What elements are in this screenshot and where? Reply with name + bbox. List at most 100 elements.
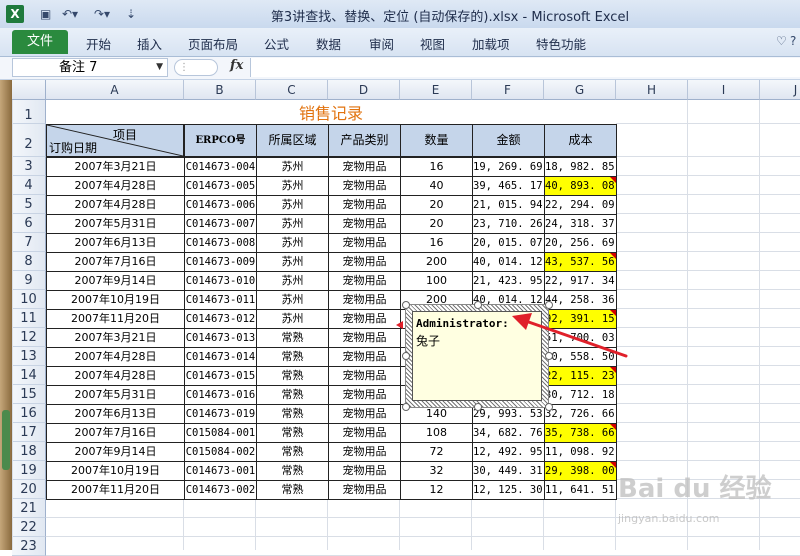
table-cell[interactable]: 12, 492. 95 — [472, 442, 545, 462]
table-header-cell[interactable]: 所属区域 — [256, 124, 329, 157]
table-cell[interactable]: 2007年6月13日 — [46, 404, 185, 424]
table-cell[interactable]: 32 — [400, 461, 473, 481]
table-cell[interactable]: 常熟 — [256, 366, 329, 386]
row-header[interactable]: 8 — [12, 252, 46, 271]
table-cell[interactable]: C014673-011 — [184, 290, 257, 310]
table-cell[interactable]: 2007年4月28日 — [46, 176, 185, 196]
row-header[interactable]: 4 — [12, 176, 46, 195]
table-cell[interactable]: 100 — [400, 271, 473, 291]
table-cell[interactable]: 18, 982. 85 — [544, 157, 617, 177]
table-cell[interactable]: 苏州 — [256, 176, 329, 196]
table-cell[interactable]: 宠物用品 — [328, 252, 401, 272]
resize-handle[interactable] — [402, 301, 410, 309]
table-cell[interactable]: 2007年6月13日 — [46, 233, 185, 253]
resize-handle[interactable] — [402, 352, 410, 360]
table-cell[interactable]: 宠物用品 — [328, 309, 401, 329]
table-cell[interactable]: 40 — [400, 176, 473, 196]
table-cell[interactable]: 宠物用品 — [328, 271, 401, 291]
row-header[interactable]: 3 — [12, 157, 46, 176]
column-header[interactable]: I — [688, 80, 760, 100]
table-cell[interactable]: 2007年10月19日 — [46, 290, 185, 310]
table-cell[interactable]: 常熟 — [256, 347, 329, 367]
help-heart-icon[interactable]: ♡ — [776, 34, 787, 48]
row-header[interactable]: 12 — [12, 328, 46, 347]
table-cell[interactable]: 2007年7月16日 — [46, 423, 185, 443]
column-header[interactable]: A — [46, 80, 184, 100]
column-header[interactable]: J — [760, 80, 800, 100]
undo-icon[interactable]: ↶▾ — [62, 6, 78, 22]
name-box[interactable]: 备注 7 ▼ — [12, 58, 168, 77]
formula-input[interactable] — [250, 58, 800, 77]
table-cell[interactable]: 常熟 — [256, 442, 329, 462]
row-header[interactable]: 1 — [12, 100, 46, 124]
table-cell[interactable]: 11, 641. 51 — [544, 480, 617, 500]
row-header[interactable]: 17 — [12, 423, 46, 442]
table-cell[interactable]: 30, 449. 31 — [472, 461, 545, 481]
tab-view[interactable]: 视图 — [420, 34, 445, 53]
tab-review[interactable]: 审阅 — [369, 34, 394, 53]
table-cell[interactable]: C014673-005 — [184, 176, 257, 196]
customize-toolbar-icon[interactable]: ⇣ — [126, 6, 136, 22]
table-cell[interactable]: C014673-015 — [184, 366, 257, 386]
row-header[interactable]: 15 — [12, 385, 46, 404]
excel-app-icon[interactable]: X — [6, 5, 24, 23]
row-header[interactable]: 23 — [12, 537, 46, 556]
table-cell[interactable]: 常熟 — [256, 461, 329, 481]
table-cell[interactable]: 2007年3月21日 — [46, 157, 185, 177]
table-cell[interactable]: 2007年10月19日 — [46, 461, 185, 481]
table-cell[interactable]: 宠物用品 — [328, 233, 401, 253]
table-cell[interactable]: 2007年5月31日 — [46, 214, 185, 234]
table-header-cell[interactable]: 数量 — [400, 124, 473, 157]
table-cell[interactable]: 苏州 — [256, 271, 329, 291]
table-cell[interactable]: 常熟 — [256, 328, 329, 348]
table-cell[interactable]: 常熟 — [256, 404, 329, 424]
table-cell[interactable]: 2007年5月31日 — [46, 385, 185, 405]
table-cell[interactable]: 宠物用品 — [328, 347, 401, 367]
table-cell[interactable]: 宠物用品 — [328, 404, 401, 424]
resize-handle[interactable] — [545, 352, 553, 360]
table-header-cell[interactable]: 金额 — [472, 124, 545, 157]
resize-handle[interactable] — [402, 403, 410, 411]
row-header[interactable]: 14 — [12, 366, 46, 385]
file-tab[interactable]: 文件 — [12, 30, 68, 54]
fx-icon[interactable]: fx — [230, 58, 243, 73]
tab-addins[interactable]: 加载项 — [472, 34, 510, 53]
table-cell[interactable]: 2007年4月28日 — [46, 347, 185, 367]
column-header[interactable]: G — [544, 80, 616, 100]
tab-data[interactable]: 数据 — [316, 34, 341, 53]
save-icon[interactable]: ▣ — [40, 6, 51, 22]
table-cell[interactable]: 20, 256. 69 — [544, 233, 617, 253]
table-cell[interactable]: 宠物用品 — [328, 385, 401, 405]
table-cell[interactable]: C014673-004 — [184, 157, 257, 177]
resize-handle[interactable] — [474, 301, 482, 309]
tab-special-features[interactable]: 特色功能 — [536, 34, 586, 53]
table-cell[interactable]: 35, 738. 66 — [544, 423, 617, 443]
table-cell[interactable]: 51, 700. 03 — [544, 328, 617, 348]
table-cell[interactable]: 11, 098. 92 — [544, 442, 617, 462]
table-cell[interactable]: C014673-014 — [184, 347, 257, 367]
table-cell[interactable]: 30, 712. 18 — [544, 385, 617, 405]
table-cell[interactable]: C014673-009 — [184, 252, 257, 272]
table-cell[interactable]: 40, 893. 08 — [544, 176, 617, 196]
table-cell[interactable]: 39, 465. 17 — [472, 176, 545, 196]
table-cell[interactable]: C014673-001 — [184, 461, 257, 481]
table-cell[interactable]: 苏州 — [256, 214, 329, 234]
table-cell[interactable]: 92, 391. 15 — [544, 309, 617, 329]
table-cell[interactable]: 40, 014. 12 — [472, 252, 545, 272]
table-cell[interactable]: 苏州 — [256, 195, 329, 215]
row-header[interactable]: 10 — [12, 290, 46, 309]
scroll-knob[interactable] — [2, 410, 10, 470]
table-cell[interactable]: 16 — [400, 233, 473, 253]
table-cell[interactable]: C014673-012 — [184, 309, 257, 329]
formula-oval[interactable]: ⋮ — [174, 59, 218, 76]
table-cell[interactable]: 常熟 — [256, 423, 329, 443]
table-cell[interactable]: 23, 710. 26 — [472, 214, 545, 234]
row-header[interactable]: 22 — [12, 518, 46, 537]
table-cell[interactable]: 宠物用品 — [328, 195, 401, 215]
table-cell[interactable]: 苏州 — [256, 309, 329, 329]
tab-page-layout[interactable]: 页面布局 — [188, 34, 238, 53]
column-header[interactable]: C — [256, 80, 328, 100]
table-cell[interactable]: 2007年9月14日 — [46, 271, 185, 291]
table-cell[interactable]: C014673-002 — [184, 480, 257, 500]
table-cell[interactable]: C015084-002 — [184, 442, 257, 462]
